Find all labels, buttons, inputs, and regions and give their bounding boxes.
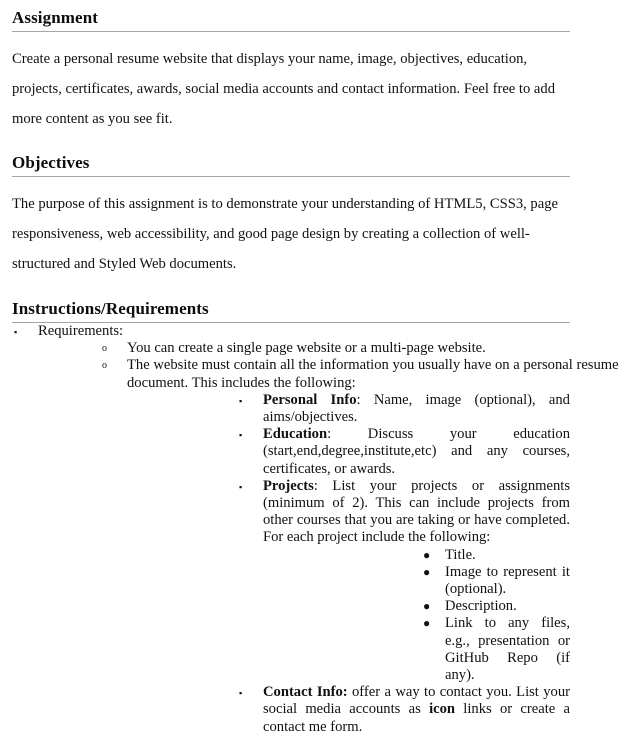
- list-item: ● Description.: [263, 598, 570, 615]
- objectives-heading: Objectives: [12, 153, 90, 172]
- list-item-text: Link to any files, e.g., presentation or…: [445, 615, 570, 684]
- instructions-heading: Instructions/Requirements: [12, 299, 209, 318]
- list-item-requirements: ▪ Requirements: o You can create a singl…: [0, 323, 632, 736]
- list-item-text: You can create a single page website or …: [127, 340, 486, 357]
- list-item-label: Contact Info:: [263, 684, 348, 701]
- list-item-education: ▪ Education: Discuss your education (sta…: [127, 426, 632, 478]
- list-item-label: Education: [263, 426, 328, 443]
- circle-bullet-icon: o: [102, 343, 107, 355]
- resume-contents-list: ▪ Personal Info: Name, image (optional),…: [127, 392, 632, 736]
- list-item-text: Image to represent it (optional).: [445, 563, 570, 598]
- disc-bullet-icon: ●: [423, 616, 431, 631]
- objectives-paragraph: The purpose of this assignment is to dem…: [12, 196, 558, 272]
- contact-icon-keyword: icon: [429, 701, 456, 718]
- square-bullet-icon: ▪: [239, 688, 243, 699]
- square-bullet-icon: ▪: [239, 481, 243, 492]
- requirements-list: ▪ Requirements: o You can create a singl…: [0, 323, 632, 736]
- disc-bullet-icon: ●: [423, 547, 431, 562]
- list-item: ● Title.: [263, 547, 570, 564]
- list-item-text: Title.: [445, 546, 476, 563]
- document-page: Assignment Create a personal resume webs…: [0, 0, 632, 735]
- section-assignment: Assignment Create a personal resume webs…: [0, 0, 632, 134]
- requirements-sublist: o You can create a single page website o…: [38, 340, 632, 736]
- requirements-label: Requirements:: [38, 323, 124, 339]
- assignment-paragraph: Create a personal resume website that di…: [12, 51, 555, 127]
- circle-bullet-icon: o: [102, 360, 107, 372]
- list-item-text: Description.: [445, 598, 517, 615]
- list-item-label: Projects: [263, 477, 314, 494]
- section-instructions: Instructions/Requirements: [0, 299, 632, 323]
- list-item: ● Image to represent it (optional).: [263, 564, 570, 598]
- list-item: o You can create a single page website o…: [38, 340, 632, 357]
- square-bullet-icon: ▪: [239, 395, 243, 406]
- list-item-contact-info: ▪ Contact Info: offer a way to contact y…: [127, 684, 632, 736]
- list-item: o The website must contain all the infor…: [38, 357, 632, 735]
- list-item-label: Personal Info: [263, 391, 357, 408]
- disc-bullet-icon: ●: [423, 564, 431, 579]
- square-bullet-icon: ▪: [239, 430, 243, 441]
- project-details-list: ● Title. ● Image to represent it (option…: [263, 547, 570, 685]
- list-item-personal-info: ▪ Personal Info: Name, image (optional),…: [127, 392, 632, 426]
- page-title: Assignment: [12, 8, 99, 27]
- list-item-projects: ▪ Projects: List your projects or assign…: [127, 478, 632, 684]
- square-bullet-icon: ▪: [14, 327, 18, 337]
- section-objectives: Objectives The purpose of this assignmen…: [0, 153, 632, 279]
- list-item: ● Link to any files, e.g., presentation …: [263, 615, 570, 684]
- disc-bullet-icon: ●: [423, 599, 431, 614]
- list-item-text: The website must contain all the informa…: [127, 357, 619, 391]
